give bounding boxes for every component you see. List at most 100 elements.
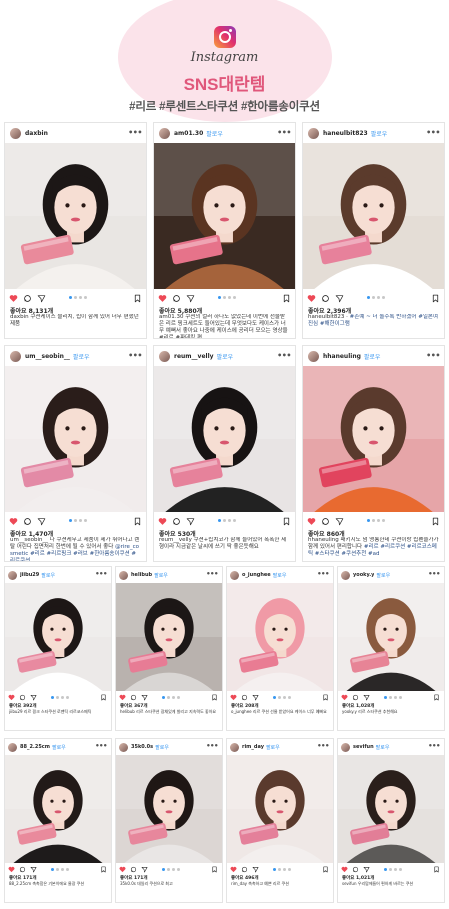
post-username[interactable]: helibub: [131, 572, 152, 578]
follow-link[interactable]: 팔로우: [371, 129, 388, 138]
follow-link[interactable]: 팔로우: [376, 572, 390, 579]
post-photo[interactable]: [116, 755, 222, 863]
bookmark-icon[interactable]: [282, 517, 291, 526]
more-options-icon[interactable]: •••: [128, 351, 142, 360]
post-username[interactable]: rim_day: [242, 744, 264, 750]
post-photo[interactable]: [227, 583, 333, 691]
post-photo[interactable]: [116, 583, 222, 691]
avatar[interactable]: [8, 570, 17, 580]
share-icon[interactable]: [37, 294, 46, 303]
comment-icon[interactable]: [352, 694, 359, 701]
instagram-post-card[interactable]: reum__velly 팔로우 ••• 좋아요 530개 reum__velly…: [153, 345, 296, 562]
share-icon[interactable]: [141, 694, 148, 701]
avatar[interactable]: [10, 350, 21, 362]
post-username[interactable]: 35k0.0s: [131, 744, 153, 750]
instagram-post-card[interactable]: sevifun 팔로우 ••• 좋아요 1,021개 sevifun 우리맘에들…: [337, 738, 445, 903]
bookmark-icon[interactable]: [100, 694, 107, 701]
more-options-icon[interactable]: •••: [428, 570, 440, 578]
heart-icon[interactable]: [230, 694, 237, 701]
instagram-post-card[interactable]: helibub 팔로우 ••• 좋아요 367개 helibub 리르 스타쿠션…: [115, 566, 223, 731]
post-username[interactable]: hhaneuling: [323, 353, 361, 360]
post-username[interactable]: haneulbit823: [323, 130, 368, 137]
comment-icon[interactable]: [321, 294, 330, 303]
bookmark-icon[interactable]: [282, 294, 291, 303]
heart-icon[interactable]: [8, 694, 15, 701]
avatar[interactable]: [230, 570, 239, 580]
share-icon[interactable]: [37, 517, 46, 526]
more-options-icon[interactable]: •••: [128, 128, 142, 137]
follow-link[interactable]: 팔로우: [41, 572, 55, 579]
post-photo[interactable]: [227, 755, 333, 863]
instagram-post-card[interactable]: haneulbit823 팔로우 ••• 좋아요 2,396개 haneulbi…: [302, 122, 445, 339]
more-options-icon[interactable]: •••: [317, 742, 329, 750]
instagram-post-card[interactable]: 35k0.0s 팔로우 ••• 좋아요 171개 35k0.0s 데일리 쿠션으…: [115, 738, 223, 903]
post-photo[interactable]: [5, 755, 111, 863]
share-icon[interactable]: [30, 694, 37, 701]
follow-link[interactable]: 팔로우: [217, 352, 234, 361]
avatar[interactable]: [308, 127, 319, 139]
post-photo[interactable]: [154, 143, 295, 289]
share-icon[interactable]: [141, 866, 148, 873]
share-icon[interactable]: [186, 517, 195, 526]
avatar[interactable]: [10, 127, 21, 139]
bookmark-icon[interactable]: [211, 694, 218, 701]
share-icon[interactable]: [186, 294, 195, 303]
post-photo[interactable]: [5, 143, 146, 289]
post-photo[interactable]: [338, 755, 444, 863]
more-options-icon[interactable]: •••: [426, 128, 440, 137]
post-photo[interactable]: [303, 143, 444, 289]
follow-link[interactable]: 팔로우: [206, 129, 223, 138]
instagram-post-card[interactable]: yooky.y 팔로우 ••• 좋아요 1,028개 yooky.y 리르 스타…: [337, 566, 445, 731]
instagram-post-card[interactable]: am01.30 팔로우 ••• 좋아요 5,880개 am01.30 쿠션의 컬…: [153, 122, 296, 339]
heart-icon[interactable]: [158, 294, 167, 303]
bookmark-icon[interactable]: [431, 517, 440, 526]
heart-icon[interactable]: [307, 517, 316, 526]
heart-icon[interactable]: [119, 694, 126, 701]
more-options-icon[interactable]: •••: [277, 351, 291, 360]
share-icon[interactable]: [252, 694, 259, 701]
heart-icon[interactable]: [307, 294, 316, 303]
comment-icon[interactable]: [321, 517, 330, 526]
instagram-post-card[interactable]: um__seobin__ 팔로우 ••• 좋아요 1,470개 um__seob…: [4, 345, 147, 562]
post-photo[interactable]: [303, 366, 444, 512]
avatar[interactable]: [119, 570, 128, 580]
avatar[interactable]: [341, 570, 350, 580]
more-options-icon[interactable]: •••: [95, 742, 107, 750]
instagram-post-card[interactable]: hhaneuling 팔로우 ••• 좋아요 860개 hhaneuling 패…: [302, 345, 445, 562]
comment-icon[interactable]: [172, 517, 181, 526]
post-username[interactable]: sevifun: [353, 744, 374, 750]
post-photo[interactable]: [154, 366, 295, 512]
heart-icon[interactable]: [8, 866, 15, 873]
follow-link[interactable]: 팔로우: [154, 572, 168, 579]
post-username[interactable]: yooky.y: [353, 572, 374, 578]
heart-icon[interactable]: [119, 866, 126, 873]
bookmark-icon[interactable]: [133, 294, 142, 303]
avatar[interactable]: [159, 127, 170, 139]
more-options-icon[interactable]: •••: [206, 570, 218, 578]
follow-link[interactable]: 팔로우: [155, 744, 169, 751]
comment-icon[interactable]: [130, 866, 137, 873]
post-photo[interactable]: [5, 583, 111, 691]
bookmark-icon[interactable]: [433, 866, 440, 873]
more-options-icon[interactable]: •••: [317, 570, 329, 578]
bookmark-icon[interactable]: [431, 294, 440, 303]
post-username[interactable]: 88_2.25cm: [20, 744, 50, 750]
avatar[interactable]: [8, 742, 17, 752]
heart-icon[interactable]: [9, 517, 18, 526]
instagram-post-card[interactable]: 88_2.25cm 팔로우 ••• 좋아요 171개 88_2.25cm 촉촉함…: [4, 738, 112, 903]
comment-icon[interactable]: [172, 294, 181, 303]
comment-icon[interactable]: [23, 517, 32, 526]
post-username[interactable]: daxbin: [25, 130, 48, 137]
more-options-icon[interactable]: •••: [426, 351, 440, 360]
follow-link[interactable]: 팔로우: [273, 572, 287, 579]
more-options-icon[interactable]: •••: [277, 128, 291, 137]
share-icon[interactable]: [363, 866, 370, 873]
post-photo[interactable]: [338, 583, 444, 691]
heart-icon[interactable]: [230, 866, 237, 873]
follow-link[interactable]: 팔로우: [73, 352, 90, 361]
follow-link[interactable]: 팔로우: [364, 352, 381, 361]
comment-icon[interactable]: [19, 694, 26, 701]
share-icon[interactable]: [363, 694, 370, 701]
more-options-icon[interactable]: •••: [206, 742, 218, 750]
heart-icon[interactable]: [341, 694, 348, 701]
